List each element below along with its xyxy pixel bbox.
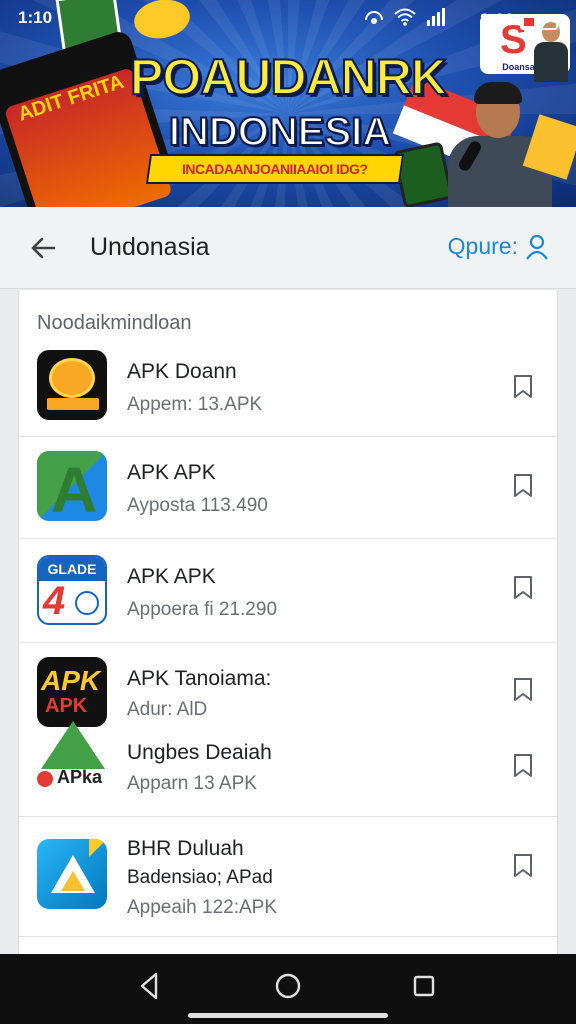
user-icon[interactable] [524,233,552,261]
bookmark-icon[interactable] [509,573,537,601]
bookmark-icon[interactable] [509,675,537,703]
item-name: APK APK [127,461,216,484]
wifi-icon [394,8,416,26]
banner-headline: POAUDANRK [129,48,448,106]
bookmark-icon[interactable] [509,372,537,400]
status-time: 1:10 [18,8,53,27]
banner-ribbon-text: INCADAANJOANIIAAIOI IDG? [182,161,368,177]
battery-icon [520,14,561,30]
item-name: Ungbes Deaiah [127,741,272,764]
status-icons [364,8,446,26]
list-item[interactable]: GLADE 4 APK APK Appoera fi 21.290 [19,538,557,642]
item-meta: Appoera fi 21.290 [127,599,278,620]
list-item[interactable]: BHR Duluah Badensiao; APad Appeaih 122:A… [19,816,557,936]
gold-coin-icon [37,350,107,420]
item-meta: Appem: 13.APK [127,394,263,415]
back-arrow-icon[interactable] [26,231,60,265]
bookmark-icon[interactable] [509,851,537,879]
item-meta-secondary: Appeaih 122:APK [127,897,278,918]
app-bar: Undonasia Qpure: [0,207,576,289]
banner-subheadline: INDONESIA [168,109,392,155]
section-header: Noodaikmindloan [37,312,192,334]
item-name: BHR Duluah [127,837,244,860]
nav-recents-icon[interactable] [406,968,442,1004]
list-item[interactable] [19,936,557,954]
item-name: APK Doann [127,360,237,383]
vpn-icon [365,11,383,24]
apk-logo-label: APka [57,767,103,787]
signal-icon [427,8,445,26]
item-meta: Ayposta 113.490 [127,495,268,516]
query-button[interactable]: Qpure: [448,233,518,260]
gesture-pill[interactable] [188,1013,388,1018]
list-item[interactable]: A APK APK Ayposta 113.490 [19,436,557,538]
apk-list-card: Noodaikmindloan APK Doann Appem: 13.APK … [18,290,558,954]
green-a-icon: A [37,451,107,521]
nav-home-icon[interactable] [270,968,306,1004]
banner-ribbon: INCADAANJOANIIAAIOI IDG? [145,154,405,184]
apk-logo-icon: APka [37,721,109,787]
glade-4-icon: GLADE 4 [37,555,107,625]
bookmark-icon[interactable] [509,751,537,779]
status-bar: 1:10 8:39 [0,6,576,32]
system-navigation-bar [0,954,576,1024]
apk-tile-icon: APK APK [37,657,107,727]
item-name: APK Tanoiama: [127,667,272,690]
page-title: Undonasia [90,233,210,261]
item-meta: Badensiao; APad [127,867,273,888]
nav-back-icon[interactable] [132,968,168,1004]
drive-triangle-icon [37,839,107,909]
item-name: APK APK [127,565,216,588]
item-meta: Adur: AlD [127,699,208,720]
bookmark-icon[interactable] [509,471,537,499]
list-item[interactable]: APK APK APka APK Tanoiama: Adur: AlD Ungb… [19,642,557,816]
item-meta: Apparn 13 APK [127,773,257,794]
list-item[interactable]: APK Doann Appem: 13.APK [19,338,557,436]
promo-banner[interactable]: ADIT FRITA S Doansaico POAUDANRK INDONES… [0,0,576,207]
status-clock: 8:39 [479,10,514,29]
